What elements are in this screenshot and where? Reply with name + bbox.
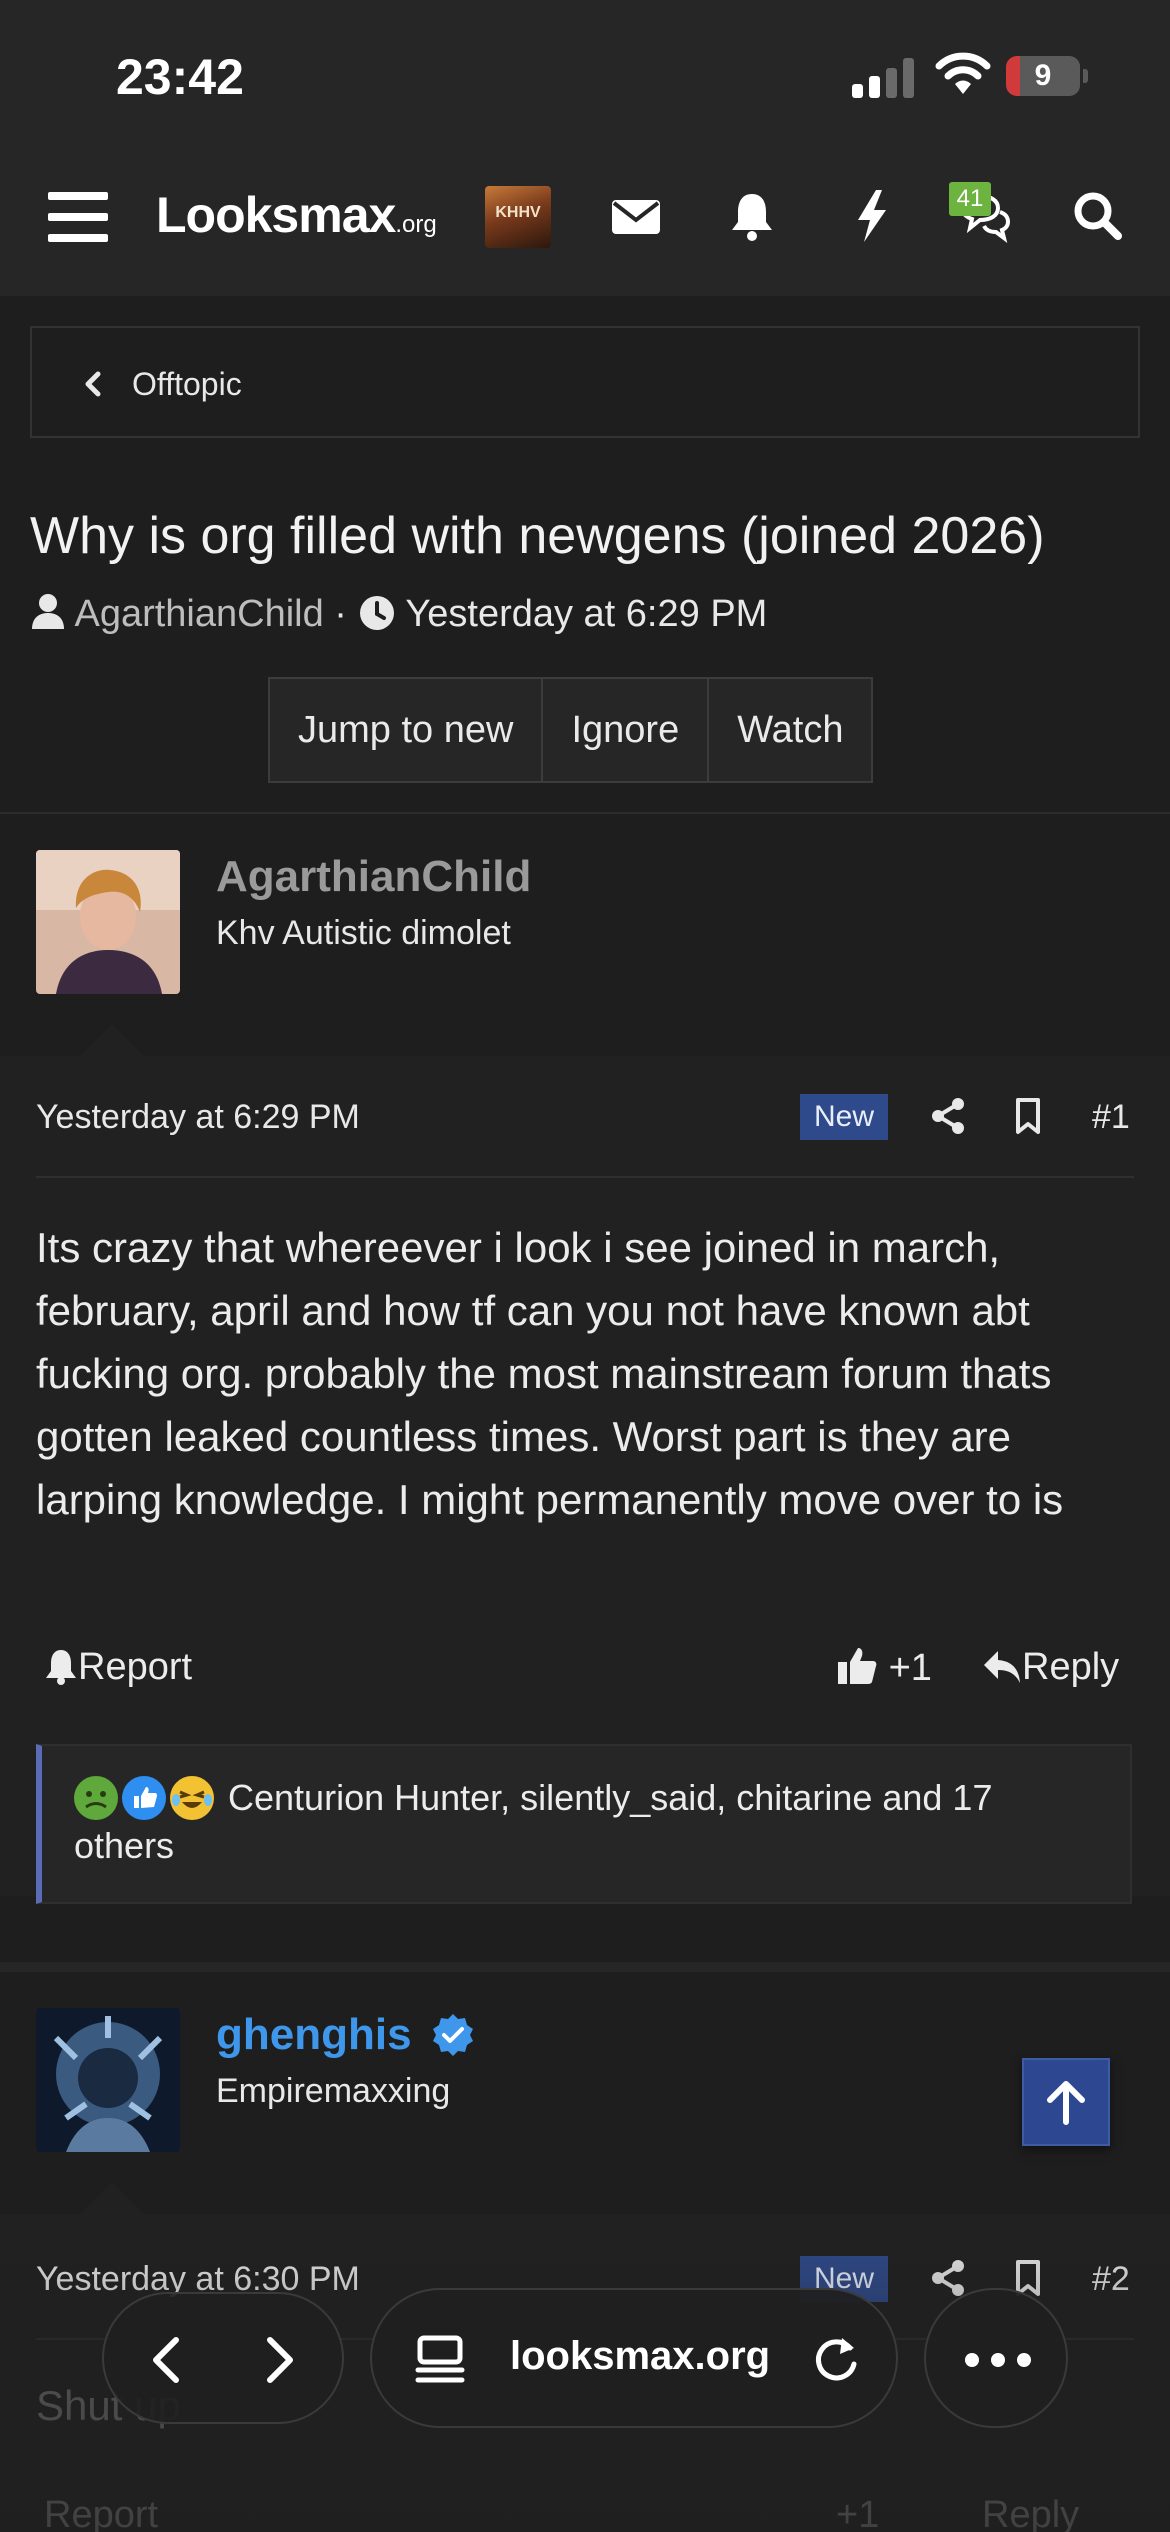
breadcrumb-label: Offtopic xyxy=(132,366,242,402)
like-count: +1 xyxy=(888,1647,932,1689)
post-1-notch xyxy=(80,1024,144,1056)
post-2-avatar[interactable] xyxy=(36,2008,180,2152)
bell-icon xyxy=(46,1650,76,1685)
like-count: +1 xyxy=(836,2494,880,2532)
report-label: Report xyxy=(78,1646,193,1688)
report-label: Report xyxy=(44,2494,159,2532)
back-icon[interactable] xyxy=(142,2334,192,2386)
post-1-body: Yesterday at 6:29 PM New #1 Its crazy th… xyxy=(0,1056,1170,1904)
avatar-image xyxy=(36,850,180,994)
bolt-icon[interactable] xyxy=(842,186,902,246)
tabs-icon[interactable] xyxy=(412,2334,468,2386)
clock-icon xyxy=(359,596,394,630)
post-2-user-title: Empiremaxxing xyxy=(216,2072,451,2110)
battery-icon: 9 xyxy=(1006,56,1088,96)
user-avatar[interactable]: KHHV xyxy=(485,186,551,248)
post-1-number[interactable]: #1 xyxy=(1092,1098,1130,1137)
bookmark-icon[interactable] xyxy=(1008,1096,1048,1136)
post-1-username[interactable]: AgarthianChild xyxy=(216,852,531,902)
sick-emoji-icon xyxy=(74,1776,118,1820)
divider xyxy=(36,1176,1134,1178)
forward-icon[interactable] xyxy=(254,2334,304,2386)
breadcrumb[interactable]: Offtopic xyxy=(30,326,1140,438)
laughing-emoji-icon xyxy=(170,1776,214,1820)
post-2-username[interactable]: ghenghis xyxy=(216,2010,412,2060)
post-2-user-block: ghenghis Empiremaxxing xyxy=(0,1972,1170,2212)
verified-badge-icon xyxy=(433,2014,473,2056)
like-button[interactable]: +1 xyxy=(836,1646,932,1690)
post-2-number[interactable]: #2 xyxy=(1092,2260,1130,2299)
scroll-to-top-button[interactable] xyxy=(1022,2058,1110,2146)
browser-nav-controls xyxy=(102,2292,344,2424)
post-1-date[interactable]: Yesterday at 6:29 PM xyxy=(36,1098,360,1137)
status-time: 23:42 xyxy=(116,49,244,105)
jump-to-new-button[interactable]: Jump to new xyxy=(270,679,544,781)
watch-button[interactable]: Watch xyxy=(709,679,871,781)
post-1-avatar[interactable] xyxy=(36,850,180,994)
bell-icon[interactable] xyxy=(722,186,782,246)
post-1-new-badge: New xyxy=(800,1094,889,1140)
post-1-user-title: Khv Autistic dimolet xyxy=(216,914,511,952)
ignore-button[interactable]: Ignore xyxy=(543,679,710,781)
post-1-user-block: AgarthianChild Khv Autistic dimolet xyxy=(0,814,1170,1054)
post-1-message: Its crazy that whereever i look i see jo… xyxy=(36,1224,1064,1523)
like-emoji-icon xyxy=(122,1776,166,1820)
like-button[interactable]: +1 xyxy=(836,2494,879,2532)
ellipsis-icon xyxy=(965,2353,1031,2367)
battery-level: 9 xyxy=(1034,59,1052,92)
avatar-image xyxy=(36,2008,180,2152)
reply-icon xyxy=(984,1651,1020,1683)
post-2-notch xyxy=(80,2182,144,2214)
more-menu-button[interactable] xyxy=(924,2288,1068,2428)
meta-separator: · xyxy=(334,593,347,635)
reactions-bar[interactable]: Centurion Hunter, silently_said, chitari… xyxy=(36,1744,1132,1904)
site-header: 23:42 9 Looksmax.org KHHV 41 xyxy=(0,0,1170,296)
menu-icon[interactable] xyxy=(48,192,108,242)
chat-badge: 41 xyxy=(949,182,991,216)
address-bar[interactable]: looksmax.org xyxy=(370,2288,898,2428)
thread-actions: Jump to new Ignore Watch xyxy=(268,677,874,783)
site-logo[interactable]: Looksmax.org xyxy=(156,186,437,244)
report-button[interactable]: Report xyxy=(44,1646,192,1689)
divider xyxy=(0,1962,1170,1972)
logo-main: Looksmax xyxy=(156,187,396,243)
cellular-signal-icon xyxy=(852,58,914,98)
envelope-icon[interactable] xyxy=(606,186,666,246)
thread-title: Why is org filled with newgens (joined 2… xyxy=(30,507,1045,565)
thumbs-up-icon xyxy=(838,1648,877,1684)
share-icon[interactable] xyxy=(928,2258,968,2298)
user-icon xyxy=(32,594,64,629)
reply-label: Reply xyxy=(982,2494,1080,2532)
reply-button[interactable]: Reply xyxy=(982,2494,1079,2532)
reply-button[interactable]: Reply xyxy=(982,1646,1119,1689)
chevron-left-icon xyxy=(85,371,101,397)
wifi-icon xyxy=(935,52,991,94)
thread-date[interactable]: Yesterday at 6:29 PM xyxy=(405,593,767,635)
avatar-text: KHHV xyxy=(495,204,541,221)
arrow-up-icon xyxy=(1047,2081,1085,2125)
reload-icon[interactable] xyxy=(810,2334,862,2386)
thread-author-link[interactable]: AgarthianChild xyxy=(74,593,323,635)
share-icon[interactable] xyxy=(928,1096,968,1136)
url-text: looksmax.org xyxy=(510,2334,771,2378)
thread-meta: AgarthianChild · Yesterday at 6:29 PM xyxy=(30,592,767,636)
search-icon[interactable] xyxy=(1068,186,1128,246)
report-button[interactable]: Report xyxy=(44,2494,158,2532)
logo-suffix: .org xyxy=(395,211,437,238)
reply-label: Reply xyxy=(1022,1646,1120,1688)
